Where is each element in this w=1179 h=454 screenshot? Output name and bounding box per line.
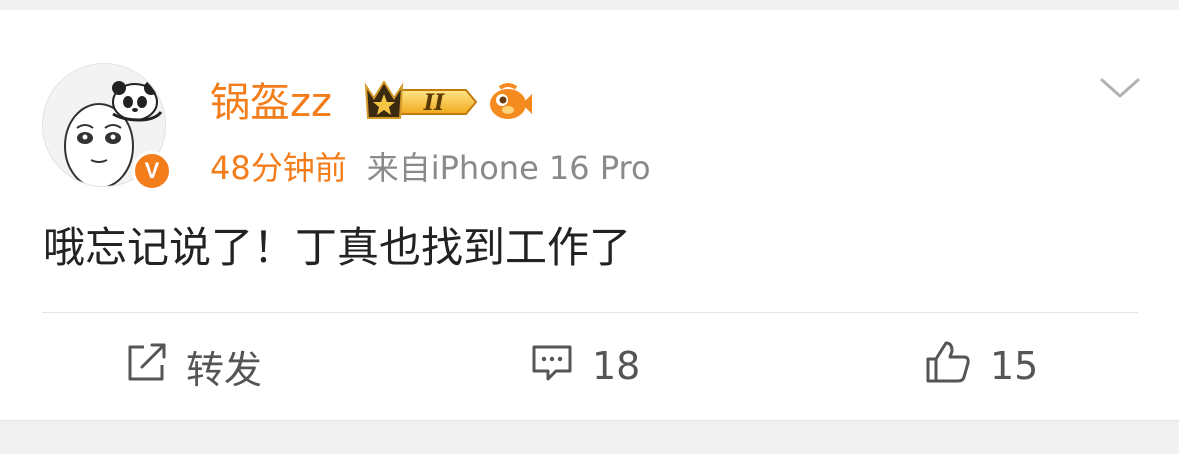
fish-badge-icon[interactable] [486, 80, 532, 122]
verified-badge-icon: V [132, 151, 172, 191]
username[interactable]: 锅盔zz [210, 78, 332, 128]
post-content: 哦忘记说了！丁真也找到工作了 [43, 223, 632, 272]
repost-icon [124, 341, 168, 392]
repost-label: 转发 [186, 347, 263, 392]
level-badge-text: II [423, 90, 445, 116]
like-button[interactable]: 15 [924, 336, 1038, 396]
feed-separator [0, 420, 1179, 454]
repost-button[interactable]: 转发 [124, 336, 262, 396]
divider [42, 312, 1138, 313]
post-time: 48分钟前 [210, 149, 347, 187]
weibo-post-card[interactable]: V 锅盔zz II 48分钟前 来自iPhone 16 Pro 哦忘记说了！丁真… [0, 10, 1179, 420]
comment-button[interactable]: 18 [530, 336, 640, 396]
crown-level-badge-icon[interactable]: II [362, 78, 480, 124]
comment-icon [530, 341, 574, 392]
comment-count: 18 [592, 344, 641, 388]
chevron-down-icon[interactable] [1098, 72, 1142, 102]
post-meta: 48分钟前 来自iPhone 16 Pro [210, 146, 651, 190]
thumbs-up-icon [924, 339, 972, 394]
post-source: 来自iPhone 16 Pro [366, 149, 651, 187]
like-count: 15 [990, 344, 1039, 388]
avatar[interactable]: V [42, 55, 172, 191]
